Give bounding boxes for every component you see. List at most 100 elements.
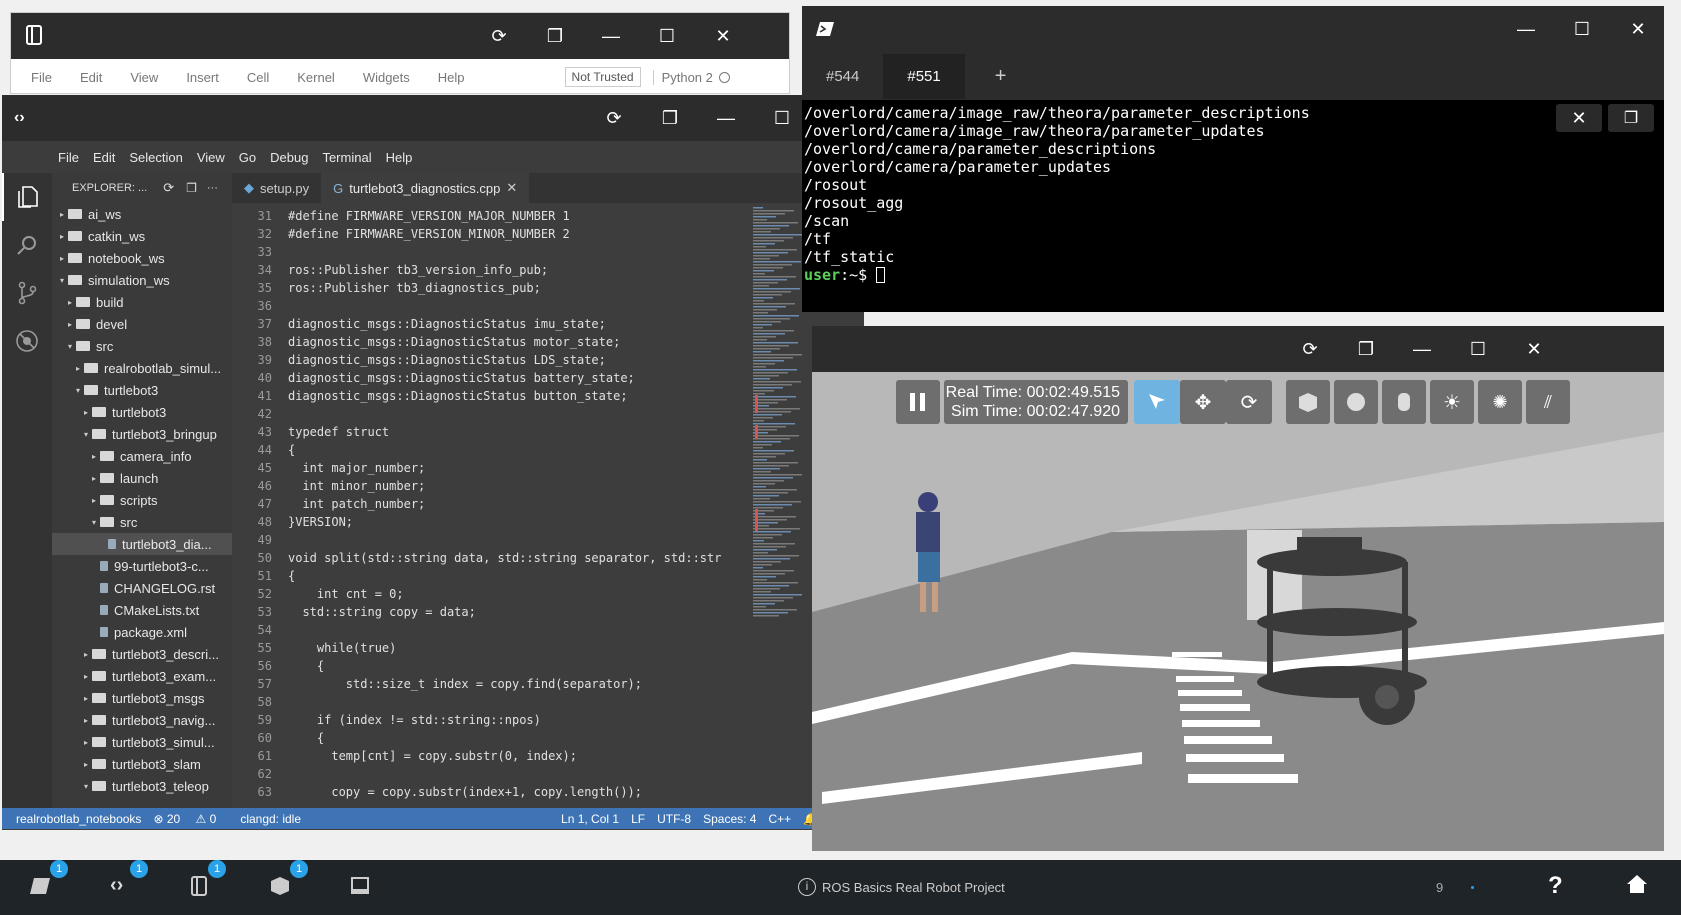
rotate-mode-icon[interactable]: ⟳ <box>1226 380 1272 424</box>
code-line[interactable]: 54 <box>232 621 752 639</box>
menu-edit[interactable]: Edit <box>80 70 102 85</box>
code-line[interactable]: 49 <box>232 531 752 549</box>
restore-icon[interactable]: ❐ <box>1608 104 1654 132</box>
code-app-icon[interactable]: ‹› <box>110 874 123 897</box>
code-line[interactable]: 41 diagnostic_msgs::DiagnosticStatus butt… <box>232 387 752 405</box>
code-line[interactable]: 37 diagnostic_msgs::DiagnosticStatus imu_… <box>232 315 752 333</box>
minimize-icon[interactable]: — <box>698 95 754 141</box>
code-line[interactable]: 34 ros::Publisher tb3_version_info_pub; <box>232 261 752 279</box>
tree-folder[interactable]: ▸ turtlebot3_navig... <box>52 709 232 731</box>
minimize-icon[interactable]: — <box>1394 326 1450 372</box>
help-icon[interactable]: ? <box>1548 872 1563 900</box>
reload-icon[interactable]: ⟳ <box>1282 326 1338 372</box>
source-control-icon[interactable] <box>2 269 52 317</box>
code-line[interactable]: 55 while(true) <box>232 639 752 657</box>
close-icon[interactable]: ✕ <box>695 13 751 59</box>
close-icon[interactable]: ✕ <box>1610 6 1666 52</box>
restore-icon[interactable]: ❐ <box>1338 326 1394 372</box>
collapse-all-icon[interactable]: ❐ <box>186 181 197 195</box>
code-line[interactable]: 35 ros::Publisher tb3_diagnostics_pub; <box>232 279 752 297</box>
menu-help[interactable]: Help <box>386 150 413 165</box>
menu-debug[interactable]: Debug <box>270 150 308 165</box>
minimap[interactable] <box>751 207 806 637</box>
minimize-icon[interactable]: — <box>583 13 639 59</box>
tree-folder[interactable]: ▸ launch <box>52 467 232 489</box>
tree-folder[interactable]: ▸ catkin_ws <box>52 225 232 247</box>
code-line[interactable]: 47 int patch_number; <box>232 495 752 513</box>
close-tab-icon[interactable]: ✕ <box>506 180 517 196</box>
menu-cell[interactable]: Cell <box>247 70 269 85</box>
menu-view[interactable]: View <box>197 150 225 165</box>
tree-folder[interactable]: ▸ turtlebot3 <box>52 401 232 423</box>
repo-name[interactable]: realrobotlab_notebooks <box>16 812 141 826</box>
close-icon[interactable]: ✕ <box>1506 326 1562 372</box>
tree-file[interactable]: 99-turtlebot3-c... <box>52 555 232 577</box>
language-mode[interactable]: C++ <box>768 812 791 826</box>
project-label[interactable]: i ROS Basics Real Robot Project <box>798 878 1005 896</box>
tree-folder[interactable]: ▾ turtlebot3_bringup <box>52 423 232 445</box>
gazebo-scene[interactable] <box>812 372 1664 851</box>
terminal-tab-active[interactable]: #551 <box>883 53 965 99</box>
tree-folder[interactable]: ▸ turtlebot3_descri... <box>52 643 232 665</box>
code-line[interactable]: 57 std::size_t index = copy.find(separat… <box>232 675 752 693</box>
code-line[interactable]: 32 #define FIRMWARE_VERSION_MINOR_NUMBER … <box>232 225 752 243</box>
tree-file[interactable]: CHANGELOG.rst <box>52 577 232 599</box>
restore-icon[interactable]: ❐ <box>527 13 583 59</box>
code-line[interactable]: 46 int minor_number; <box>232 477 752 495</box>
code-line[interactable]: 48}VERSION; <box>232 513 752 531</box>
tree-folder[interactable]: ▾ src <box>52 511 232 533</box>
tree-folder[interactable]: ▸ notebook_ws <box>52 247 232 269</box>
tree-folder[interactable]: ▸ ai_ws <box>52 203 232 225</box>
code-line[interactable]: 45 int major_number; <box>232 459 752 477</box>
notebook-app-icon[interactable] <box>190 876 208 901</box>
more-icon[interactable]: ··· <box>207 182 218 194</box>
tree-folder[interactable]: ▾ simulation_ws <box>52 269 232 291</box>
tree-folder[interactable]: ▸ devel <box>52 313 232 335</box>
code-line[interactable]: 33 <box>232 243 752 261</box>
file-encoding[interactable]: UTF-8 <box>657 812 691 826</box>
menu-insert[interactable]: Insert <box>186 70 219 85</box>
reload-icon[interactable]: ⟳ <box>586 95 642 141</box>
graphical-tools-icon[interactable] <box>350 876 370 901</box>
code-line[interactable]: 59 if (index != std::string::npos) <box>232 711 752 729</box>
code-line[interactable]: 62 <box>232 765 752 783</box>
code-line[interactable]: 56 { <box>232 657 752 675</box>
menu-terminal[interactable]: Terminal <box>322 150 371 165</box>
tree-folder[interactable]: ▸ camera_info <box>52 445 232 467</box>
tree-folder[interactable]: ▸ turtlebot3_exam... <box>52 665 232 687</box>
tab-turtlebot3-diagnostics[interactable]: G turtlebot3_diagnostics.cpp ✕ <box>321 173 530 203</box>
reload-icon[interactable]: ⟳ <box>471 13 527 59</box>
tree-folder[interactable]: ▾ turtlebot3_teleop <box>52 775 232 797</box>
code-line[interactable]: 31 #define FIRMWARE_VERSION_MAJOR_NUMBER … <box>232 207 752 225</box>
menu-file[interactable]: File <box>58 150 79 165</box>
cursor-position[interactable]: Ln 1, Col 1 <box>561 812 619 826</box>
tab-setup-py[interactable]: ◆ setup.py <box>232 173 321 203</box>
menu-file[interactable]: File <box>31 70 52 85</box>
menu-help[interactable]: Help <box>438 70 465 85</box>
trust-badge[interactable]: Not Trusted <box>564 67 641 87</box>
code-view[interactable]: 31 #define FIRMWARE_VERSION_MAJOR_NUMBER … <box>232 207 752 801</box>
pause-icon[interactable] <box>896 380 940 424</box>
tree-file[interactable]: package.xml <box>52 621 232 643</box>
spot-light-icon[interactable]: ✺ <box>1478 380 1522 424</box>
terminal-tab[interactable]: #544 <box>802 68 883 85</box>
gazebo-app-icon[interactable] <box>270 876 290 901</box>
select-mode-icon[interactable] <box>1134 380 1180 424</box>
close-icon[interactable]: ✕ <box>1556 104 1602 132</box>
tree-folder[interactable]: ▸ turtlebot3_slam <box>52 753 232 775</box>
code-line[interactable]: 61 temp[cnt] = copy.substr(0, index); <box>232 747 752 765</box>
code-line[interactable]: 60 { <box>232 729 752 747</box>
menu-selection[interactable]: Selection <box>129 150 182 165</box>
tree-folder[interactable]: ▸ turtlebot3_simul... <box>52 731 232 753</box>
debug-icon[interactable] <box>2 317 52 365</box>
code-line[interactable]: 50 void split(std::string data, std::stri… <box>232 549 752 567</box>
sphere-shape-icon[interactable] <box>1334 380 1378 424</box>
menu-edit[interactable]: Edit <box>93 150 115 165</box>
terminal-app-icon[interactable] <box>30 876 52 901</box>
code-line[interactable]: 53 std::string copy = data; <box>232 603 752 621</box>
home-icon[interactable] <box>1626 874 1648 899</box>
code-line[interactable]: 44 { <box>232 441 752 459</box>
indent-spaces[interactable]: Spaces: 4 <box>703 812 756 826</box>
maximize-icon[interactable]: ☐ <box>1554 6 1610 52</box>
code-line[interactable]: 52 int cnt = 0; <box>232 585 752 603</box>
